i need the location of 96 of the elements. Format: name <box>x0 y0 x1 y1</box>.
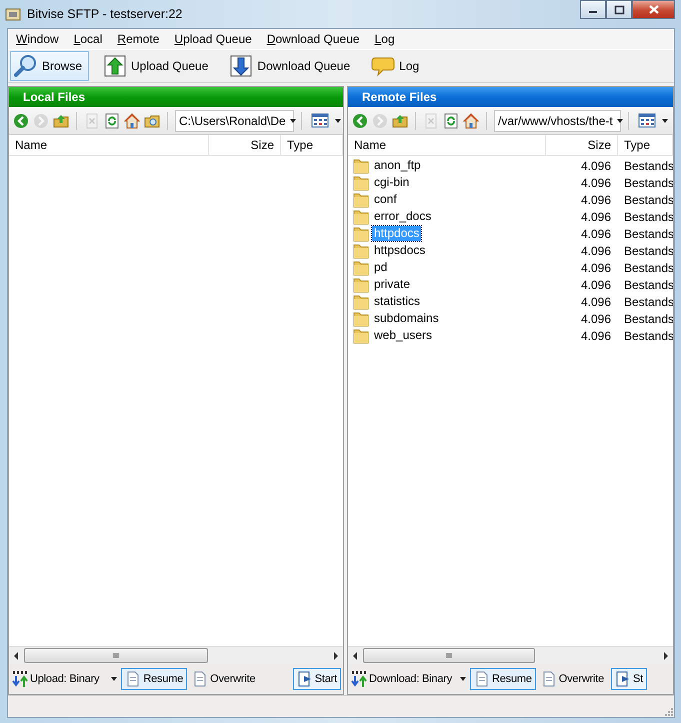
minimize-button[interactable] <box>580 0 606 19</box>
column-header[interactable]: Size <box>209 135 281 155</box>
file-name[interactable]: conf <box>372 192 399 207</box>
start-button[interactable]: St <box>611 668 648 690</box>
file-name[interactable]: pd <box>372 260 390 275</box>
file-name[interactable]: cgi-bin <box>372 175 412 190</box>
option-button[interactable]: Resume <box>121 668 188 690</box>
file-size: 4.096 <box>580 328 612 342</box>
transfer-mode-dropdown[interactable]: Download: Binary <box>350 668 468 690</box>
option-button[interactable]: Overwrite <box>536 668 608 690</box>
toolbar-button[interactable]: Download Queue <box>225 51 358 81</box>
file-size: 4.096 <box>580 278 612 292</box>
toolbar-button[interactable]: Browse <box>10 51 90 81</box>
folder-arrow-icon[interactable] <box>53 112 69 128</box>
path-field[interactable]: C:\Users\Ronald\De <box>175 110 294 132</box>
file-name[interactable]: statistics <box>372 294 422 309</box>
app-icon <box>5 6 21 22</box>
folder-icon <box>353 260 369 276</box>
file-name[interactable]: error_docs <box>372 209 434 224</box>
folder-icon <box>353 242 369 258</box>
folder-search-icon[interactable] <box>144 112 160 128</box>
grip-icon <box>113 652 119 659</box>
file-size: 4.096 <box>580 294 612 308</box>
transfer-arrows-icon <box>351 670 367 688</box>
scroll-right-icon[interactable] <box>332 650 340 662</box>
grid-view-icon <box>311 112 329 129</box>
column-header[interactable]: Type <box>281 135 343 155</box>
folder-icon <box>353 192 369 208</box>
folder-icon <box>353 328 369 344</box>
path-field[interactable]: /var/www/vhosts/the-t <box>494 110 621 132</box>
file-size: 4.096 <box>580 192 612 206</box>
file-size: 4.096 <box>580 176 612 190</box>
menu-item[interactable]: Local <box>68 32 112 46</box>
scroll-right-icon[interactable] <box>662 650 670 662</box>
close-button[interactable] <box>632 0 675 19</box>
file-name[interactable]: subdomains <box>372 311 441 326</box>
folder-icon <box>353 276 369 292</box>
maximize-icon <box>614 4 624 14</box>
run-arrow-icon <box>615 671 632 687</box>
file-name[interactable]: httpsdocs <box>372 243 428 258</box>
file-name[interactable]: anon_ftp <box>372 158 423 173</box>
menu-item[interactable]: Remote <box>111 32 168 46</box>
scroll-left-icon[interactable] <box>351 650 359 662</box>
file-size: 4.096 <box>580 244 612 258</box>
option-button[interactable]: Overwrite <box>188 668 260 690</box>
view-menu-button[interactable] <box>638 112 668 129</box>
file-name[interactable]: private <box>372 277 412 292</box>
maximize-button[interactable] <box>606 0 632 19</box>
folder-icon <box>353 174 369 190</box>
menu-item[interactable]: Upload Queue <box>168 32 261 46</box>
document-icon <box>125 671 142 687</box>
grid-view-icon <box>638 112 656 129</box>
magnifier-icon <box>14 54 38 78</box>
menu-item[interactable]: Download Queue <box>260 32 369 46</box>
folder-icon <box>353 310 369 326</box>
scrollbar-thumb[interactable] <box>24 648 208 663</box>
view-menu-button[interactable] <box>311 112 341 129</box>
transfer-mode-dropdown[interactable]: Upload: Binary <box>11 668 118 690</box>
start-button[interactable]: Start <box>292 668 341 690</box>
folder-arrow-icon[interactable] <box>392 112 408 128</box>
run-arrow-icon <box>296 671 313 687</box>
refresh-icon[interactable] <box>443 112 459 128</box>
file-size: 4.096 <box>580 312 612 326</box>
document-icon <box>192 671 208 687</box>
column-header[interactable]: Name <box>9 135 209 155</box>
window-title: Bitvise SFTP - testserver:22 <box>27 7 182 21</box>
file-size: 4.096 <box>580 158 612 172</box>
document-icon <box>540 671 557 687</box>
column-header[interactable]: Type <box>618 135 673 155</box>
refresh-icon[interactable] <box>104 112 120 128</box>
pane-title-bar: Remote Files <box>348 87 673 107</box>
folder-icon <box>353 294 369 310</box>
pane-title-bar: Local Files <box>9 87 343 107</box>
file-size: 4.096 <box>580 226 612 240</box>
document-icon <box>474 671 490 687</box>
folder-icon <box>353 226 369 242</box>
toolbar-button[interactable]: Upload Queue <box>99 51 216 81</box>
folder-icon <box>353 158 369 174</box>
size-grip-icon <box>662 707 674 717</box>
menu-item[interactable]: Log <box>368 32 404 46</box>
file-size: 4.096 <box>580 260 612 274</box>
home-icon[interactable] <box>124 112 140 128</box>
file-name[interactable]: web_users <box>372 328 434 343</box>
transfer-arrows-icon <box>12 670 28 688</box>
close-icon <box>648 4 660 15</box>
column-header[interactable]: Name <box>348 135 546 155</box>
toolbar-button[interactable]: Log <box>367 51 426 81</box>
grip-icon <box>446 652 452 659</box>
scrollbar-thumb[interactable] <box>363 648 535 663</box>
column-header[interactable]: Size <box>546 135 618 155</box>
scroll-left-icon[interactable] <box>12 650 20 662</box>
folder-icon <box>353 208 369 224</box>
menu-item[interactable]: Window <box>10 32 68 46</box>
file-size: 4.096 <box>580 210 612 224</box>
home-icon[interactable] <box>463 112 479 128</box>
option-button[interactable]: Resume <box>470 668 536 690</box>
